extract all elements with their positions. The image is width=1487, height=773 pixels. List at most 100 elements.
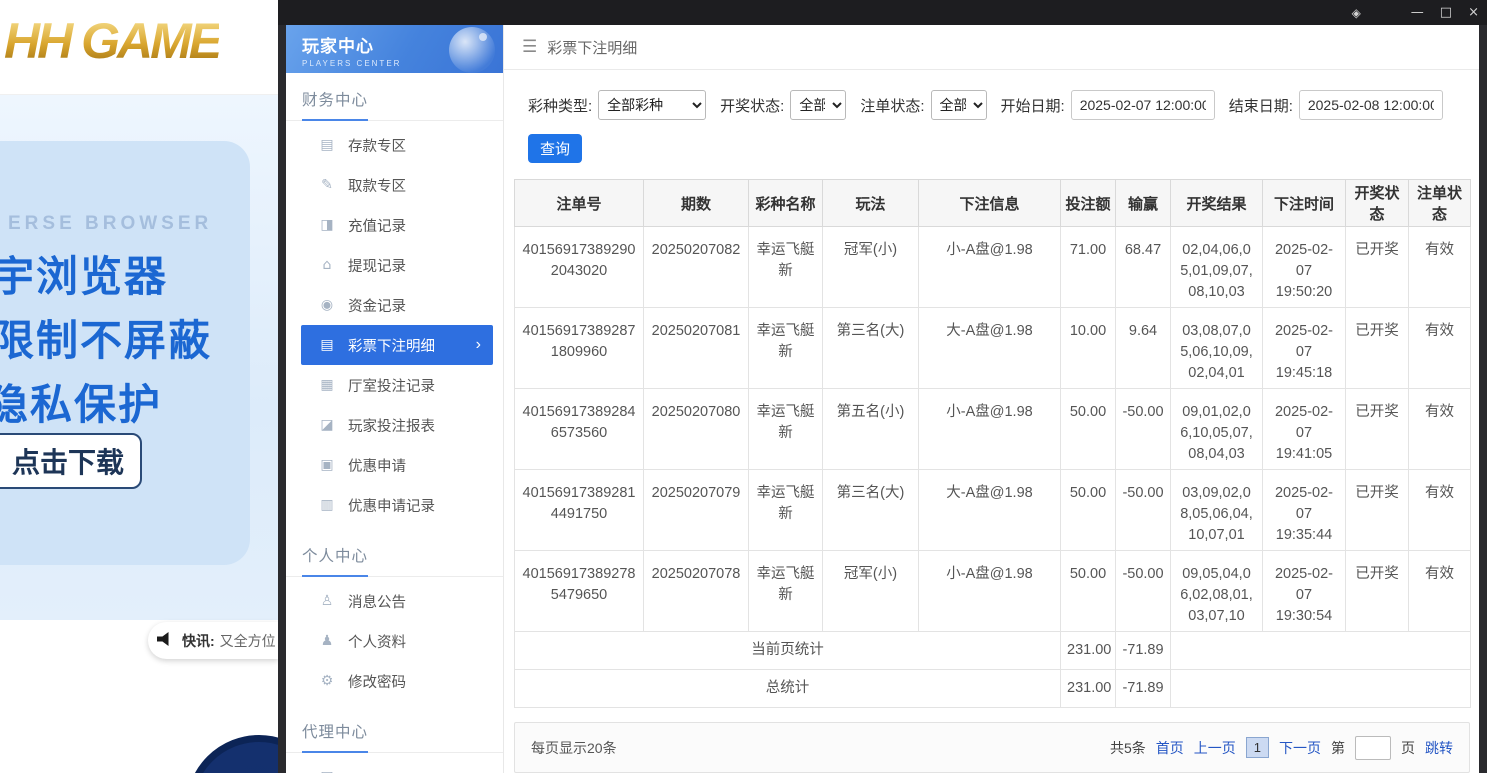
sidebar-item-recharge-record[interactable]: ◨ 充值记录 [286,205,503,245]
cell-play: 冠军(小) [822,550,919,633]
deposit-icon: ▤ [320,137,334,153]
section-title-finance: 财务中心 [286,73,503,121]
finance-menu: ▤ 存款专区 ✎ 取款专区 ◨ 充值记录 ⌂ 提现记录 ◉ 资金记录 ▤ 彩票下… [286,121,503,529]
modal-backdrop-left [278,25,286,773]
cell-lottery: 幸运飞艇新 [748,307,823,390]
cell-win-loss: -50.00 [1115,388,1171,471]
sidebar-item-lottery-bet-detail[interactable]: ▤ 彩票下注明细 › [301,325,493,365]
cell-win-loss: 9.64 [1115,307,1171,390]
pagination-controls: 共5条 首页 上一页 1 下一页 第 页 跳转 [1109,735,1453,760]
total-count-text: 共5条 [1109,739,1146,756]
column-header-draw-status: 开奖状态 [1345,179,1409,228]
start-date-input[interactable] [1070,90,1215,120]
shield-icon[interactable]: ◈ [1352,7,1361,19]
table-row: 401569173892814491750 20250207079 幸运飞艇新 … [514,469,1471,552]
cell-amount: 50.00 [1060,388,1116,471]
sidebar-item-label: 提现记录 [348,258,406,275]
sidebar-item-label: 个人资料 [348,634,406,651]
search-button[interactable]: 查询 [528,134,582,164]
table-row: 401569173892902043020 20250207082 幸运飞艇新 … [514,226,1471,309]
column-header-win-loss: 输赢 [1115,179,1171,228]
bets-table: 注单号 期数 彩种名称 玩法 下注信息 投注额 输赢 开奖结果 下注时间 开奖状… [514,179,1471,709]
cell-bet-info: 大-A盘@1.98 [918,469,1061,552]
modal-backdrop-right [1479,25,1487,773]
start-date-label: 开始日期: [1000,97,1065,115]
sidebar-item-promo-apply[interactable]: ▣ 优惠申请 [286,445,503,485]
cell-period: 20250207079 [643,469,749,552]
column-header-amount: 投注额 [1060,179,1116,228]
page-summary-label: 当前页统计 [514,631,1061,671]
cell-amount: 50.00 [1060,469,1116,552]
change-password-icon: ⚙ [320,673,334,689]
promo-line-1: 宇浏览器 [0,253,169,300]
sidebar-item-messages[interactable]: ♙ 消息公告 [286,581,503,621]
sidebar-item-withdraw[interactable]: ✎ 取款专区 [286,165,503,205]
cell-lottery: 幸运飞艇新 [748,388,823,471]
cell-order-status: 有效 [1408,226,1471,309]
minimize-button[interactable]: — [1411,6,1424,19]
sidebar-item-label: 资金记录 [348,298,406,315]
page-summary-row: 当前页统计 231.00 -71.89 [514,631,1471,671]
order-status-label: 注单状态: [860,97,925,115]
funds-record-icon: ◉ [320,297,334,313]
cell-result: 09,05,04,06,02,08,01,03,07,10 [1170,550,1263,633]
sidebar-item-withdrawal-record[interactable]: ⌂ 提现记录 [286,245,503,285]
lottery-type-label: 彩种类型: [528,97,593,115]
cell-bet-time: 2025-02-07 19:30:54 [1262,550,1346,633]
cell-bet-info: 小-A盘@1.98 [918,388,1061,471]
cell-win-loss: -50.00 [1115,550,1171,633]
sidebar-item-hall-bet-record[interactable]: ▦ 厅室投注记录 [286,365,503,405]
sidebar-item-partial[interactable]: ▤ [286,757,503,773]
promo-banner: ERSE BROWSER 宇浏览器 限制不屏蔽 隐私保护 点击下载 [0,95,278,620]
cell-draw-status: 已开奖 [1345,469,1409,552]
cell-order-status: 有效 [1408,469,1471,552]
total-summary-row: 总统计 231.00 -71.89 [514,669,1471,709]
promo-line-2: 限制不屏蔽 [0,317,213,364]
column-header-result: 开奖结果 [1170,179,1263,228]
sidebar-item-label: 彩票下注明细 [348,338,435,355]
player-bet-report-icon: ◪ [320,417,334,433]
sidebar-item-promo-apply-record[interactable]: ▥ 优惠申请记录 [286,485,503,525]
first-page-link[interactable]: 首页 [1156,738,1184,758]
next-page-link[interactable]: 下一页 [1279,738,1321,758]
content-header: ☰ 彩票下注明细 [504,25,1479,70]
draw-status-select[interactable]: 全部 [790,90,847,120]
screen: HH GAME ERSE BROWSER 宇浏览器 限制不屏蔽 隐私保护 点击下… [0,0,1487,773]
sidebar-item-deposit[interactable]: ▤ 存款专区 [286,125,503,165]
lottery-type-select[interactable]: 全部彩种 [598,90,707,120]
cell-result: 03,08,07,05,06,10,09,02,04,01 [1170,307,1263,390]
sidebar-item-funds-record[interactable]: ◉ 资金记录 [286,285,503,325]
cell-draw-status: 已开奖 [1345,550,1409,633]
order-status-select[interactable]: 全部 [930,90,987,120]
download-button[interactable]: 点击下载 [0,433,142,489]
promo-subtitle: ERSE BROWSER [8,213,213,234]
sidebar-item-label: 优惠申请记录 [348,498,435,515]
page-suffix-text: 页 [1401,739,1415,756]
cell-period: 20250207080 [643,388,749,471]
maximize-button[interactable]: □ [1440,6,1452,19]
personal-menu: ♙ 消息公告 ♟ 个人资料 ⚙ 修改密码 [286,577,503,705]
cell-period: 20250207078 [643,550,749,633]
sidebar-item-label: 优惠申请 [348,458,406,475]
agent-menu: ▤ [286,753,503,773]
sidebar-item-change-password[interactable]: ⚙ 修改密码 [286,661,503,701]
close-button[interactable]: × [1468,6,1479,19]
cell-lottery: 幸运飞艇新 [748,226,823,309]
sidebar-item-profile[interactable]: ♟ 个人资料 [286,621,503,661]
section-title-personal: 个人中心 [286,529,503,577]
menu-icon[interactable]: ☰ [522,37,537,57]
draw-status-label: 开奖状态: [720,97,785,115]
cell-bet-id: 401569173892785479650 [514,550,644,633]
partial-item-icon: ▤ [319,769,335,773]
cell-bet-time: 2025-02-07 19:45:18 [1262,307,1346,390]
sidebar-item-player-bet-report[interactable]: ◪ 玩家投注报表 [286,405,503,445]
prev-page-link[interactable]: 上一页 [1194,738,1236,758]
jump-link[interactable]: 跳转 [1425,738,1453,758]
end-date-input[interactable] [1298,90,1443,120]
per-page-text: 每页显示20条 [531,739,617,756]
page-jump-input[interactable] [1355,735,1391,760]
promo-apply-record-icon: ▥ [320,497,334,513]
background-site: HH GAME ERSE BROWSER 宇浏览器 限制不屏蔽 隐私保护 点击下… [0,0,332,773]
cell-bet-id: 401569173892814491750 [514,469,644,552]
current-page-badge[interactable]: 1 [1245,737,1269,759]
